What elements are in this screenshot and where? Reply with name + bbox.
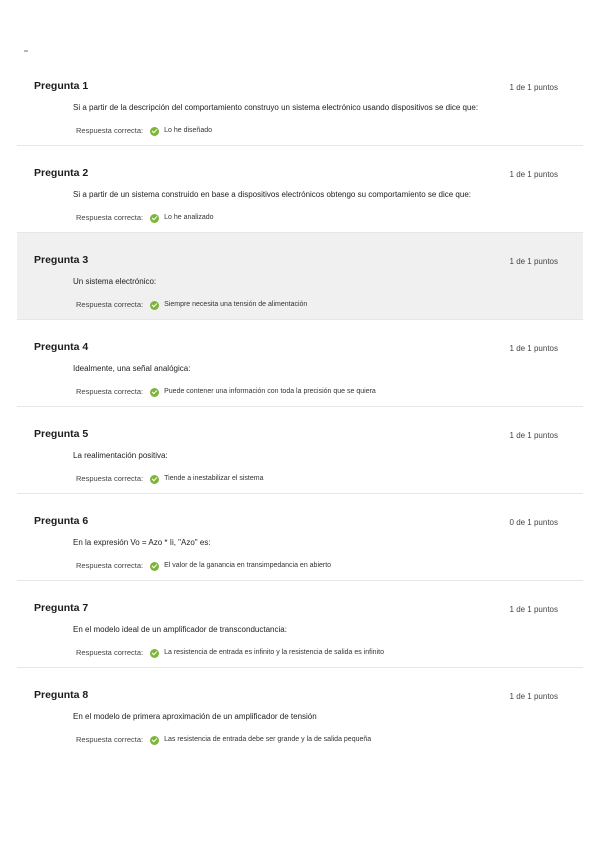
- answer-label: Respuesta correcta:: [76, 213, 144, 222]
- question-4: Pregunta 4 1 de 1 puntos Idealmente, una…: [17, 320, 583, 407]
- question-title: Pregunta 7: [34, 602, 89, 614]
- correct-answer: Respuesta correcta: Tiende a inestabiliz…: [76, 474, 264, 484]
- question-points: 1 de 1 puntos: [509, 605, 558, 614]
- question-text: Si a partir de la descripción del compor…: [73, 103, 479, 112]
- correct-answer: Respuesta correcta: Siempre necesita una…: [76, 300, 308, 310]
- question-text: En el modelo ideal de un amplificador de…: [73, 625, 287, 634]
- question-points: 1 de 1 puntos: [509, 83, 558, 92]
- answer-text: Puede contener una información con toda …: [164, 388, 376, 395]
- question-points: 1 de 1 puntos: [509, 170, 558, 179]
- question-points: 1 de 1 puntos: [509, 257, 558, 266]
- question-5: Pregunta 5 1 de 1 puntos La realimentaci…: [17, 407, 583, 494]
- question-2: Pregunta 2 1 de 1 puntos Si a partir de …: [17, 146, 583, 233]
- question-title: Pregunta 5: [34, 428, 89, 440]
- correct-answer: Respuesta correcta: Puede contener una i…: [76, 387, 376, 397]
- question-text: Idealmente, una señal analógica:: [73, 364, 191, 373]
- check-icon: [150, 127, 160, 136]
- question-points: 0 de 1 puntos: [509, 518, 558, 527]
- answer-label: Respuesta correcta:: [76, 126, 144, 135]
- correct-answer: Respuesta correcta: El valor de la ganan…: [76, 561, 332, 571]
- question-7: Pregunta 7 1 de 1 puntos En el modelo id…: [17, 581, 583, 668]
- question-title: Pregunta 1: [34, 80, 89, 92]
- question-8: Pregunta 8 1 de 1 puntos En el modelo de…: [17, 668, 583, 755]
- question-points: 1 de 1 puntos: [509, 692, 558, 701]
- answer-label: Respuesta correcta:: [76, 735, 144, 744]
- question-points: 1 de 1 puntos: [509, 344, 558, 353]
- answer-text: La resistencia de entrada es infinito y …: [164, 649, 384, 656]
- question-1: Pregunta 1 1 de 1 puntos Si a partir de …: [17, 59, 583, 146]
- question-title: Pregunta 4: [34, 341, 89, 353]
- answer-text: Las resistencia de entrada debe ser gran…: [164, 736, 372, 743]
- correct-answer: Respuesta correcta: Las resistencia de e…: [76, 735, 372, 745]
- answer-text: Lo he diseñado: [164, 127, 213, 134]
- answer-text: El valor de la ganancia en transimpedanc…: [164, 562, 332, 569]
- question-3: Pregunta 3 1 de 1 puntos Un sistema elec…: [17, 233, 583, 320]
- answer-label: Respuesta correcta:: [76, 474, 144, 483]
- answer-text: Siempre necesita una tensión de alimenta…: [164, 301, 308, 308]
- answer-text: Tiende a inestabilizar el sistema: [164, 475, 264, 482]
- question-title: Pregunta 2: [34, 167, 89, 179]
- question-title: Pregunta 8: [34, 689, 89, 701]
- check-icon: [150, 736, 160, 745]
- check-icon: [150, 301, 160, 310]
- top-mark: [24, 50, 28, 52]
- question-text: En el modelo de primera aproximación de …: [73, 712, 317, 721]
- question-text: La realimentación positiva:: [73, 451, 168, 460]
- answer-label: Respuesta correcta:: [76, 300, 144, 309]
- question-text: En la expresión Vo = Azo * Ii, "Azo" es:: [73, 538, 211, 547]
- check-icon: [150, 649, 160, 658]
- answer-label: Respuesta correcta:: [76, 648, 144, 657]
- quiz-results: Pregunta 1 1 de 1 puntos Si a partir de …: [17, 59, 583, 764]
- question-text: Un sistema electrónico:: [73, 277, 157, 286]
- question-title: Pregunta 3: [34, 254, 89, 266]
- question-title: Pregunta 6: [34, 515, 89, 527]
- question-points: 1 de 1 puntos: [509, 431, 558, 440]
- answer-label: Respuesta correcta:: [76, 561, 144, 570]
- correct-answer: Respuesta correcta: La resistencia de en…: [76, 648, 384, 658]
- question-text: Si a partir de un sistema construido en …: [73, 190, 471, 199]
- correct-answer: Respuesta correcta: Lo he analizado: [76, 213, 214, 223]
- question-6: Pregunta 6 0 de 1 puntos En la expresión…: [17, 494, 583, 581]
- answer-text: Lo he analizado: [164, 214, 214, 221]
- check-icon: [150, 388, 160, 397]
- check-icon: [150, 562, 160, 571]
- check-icon: [150, 475, 160, 484]
- check-icon: [150, 214, 160, 223]
- correct-answer: Respuesta correcta: Lo he diseñado: [76, 126, 213, 136]
- answer-label: Respuesta correcta:: [76, 387, 144, 396]
